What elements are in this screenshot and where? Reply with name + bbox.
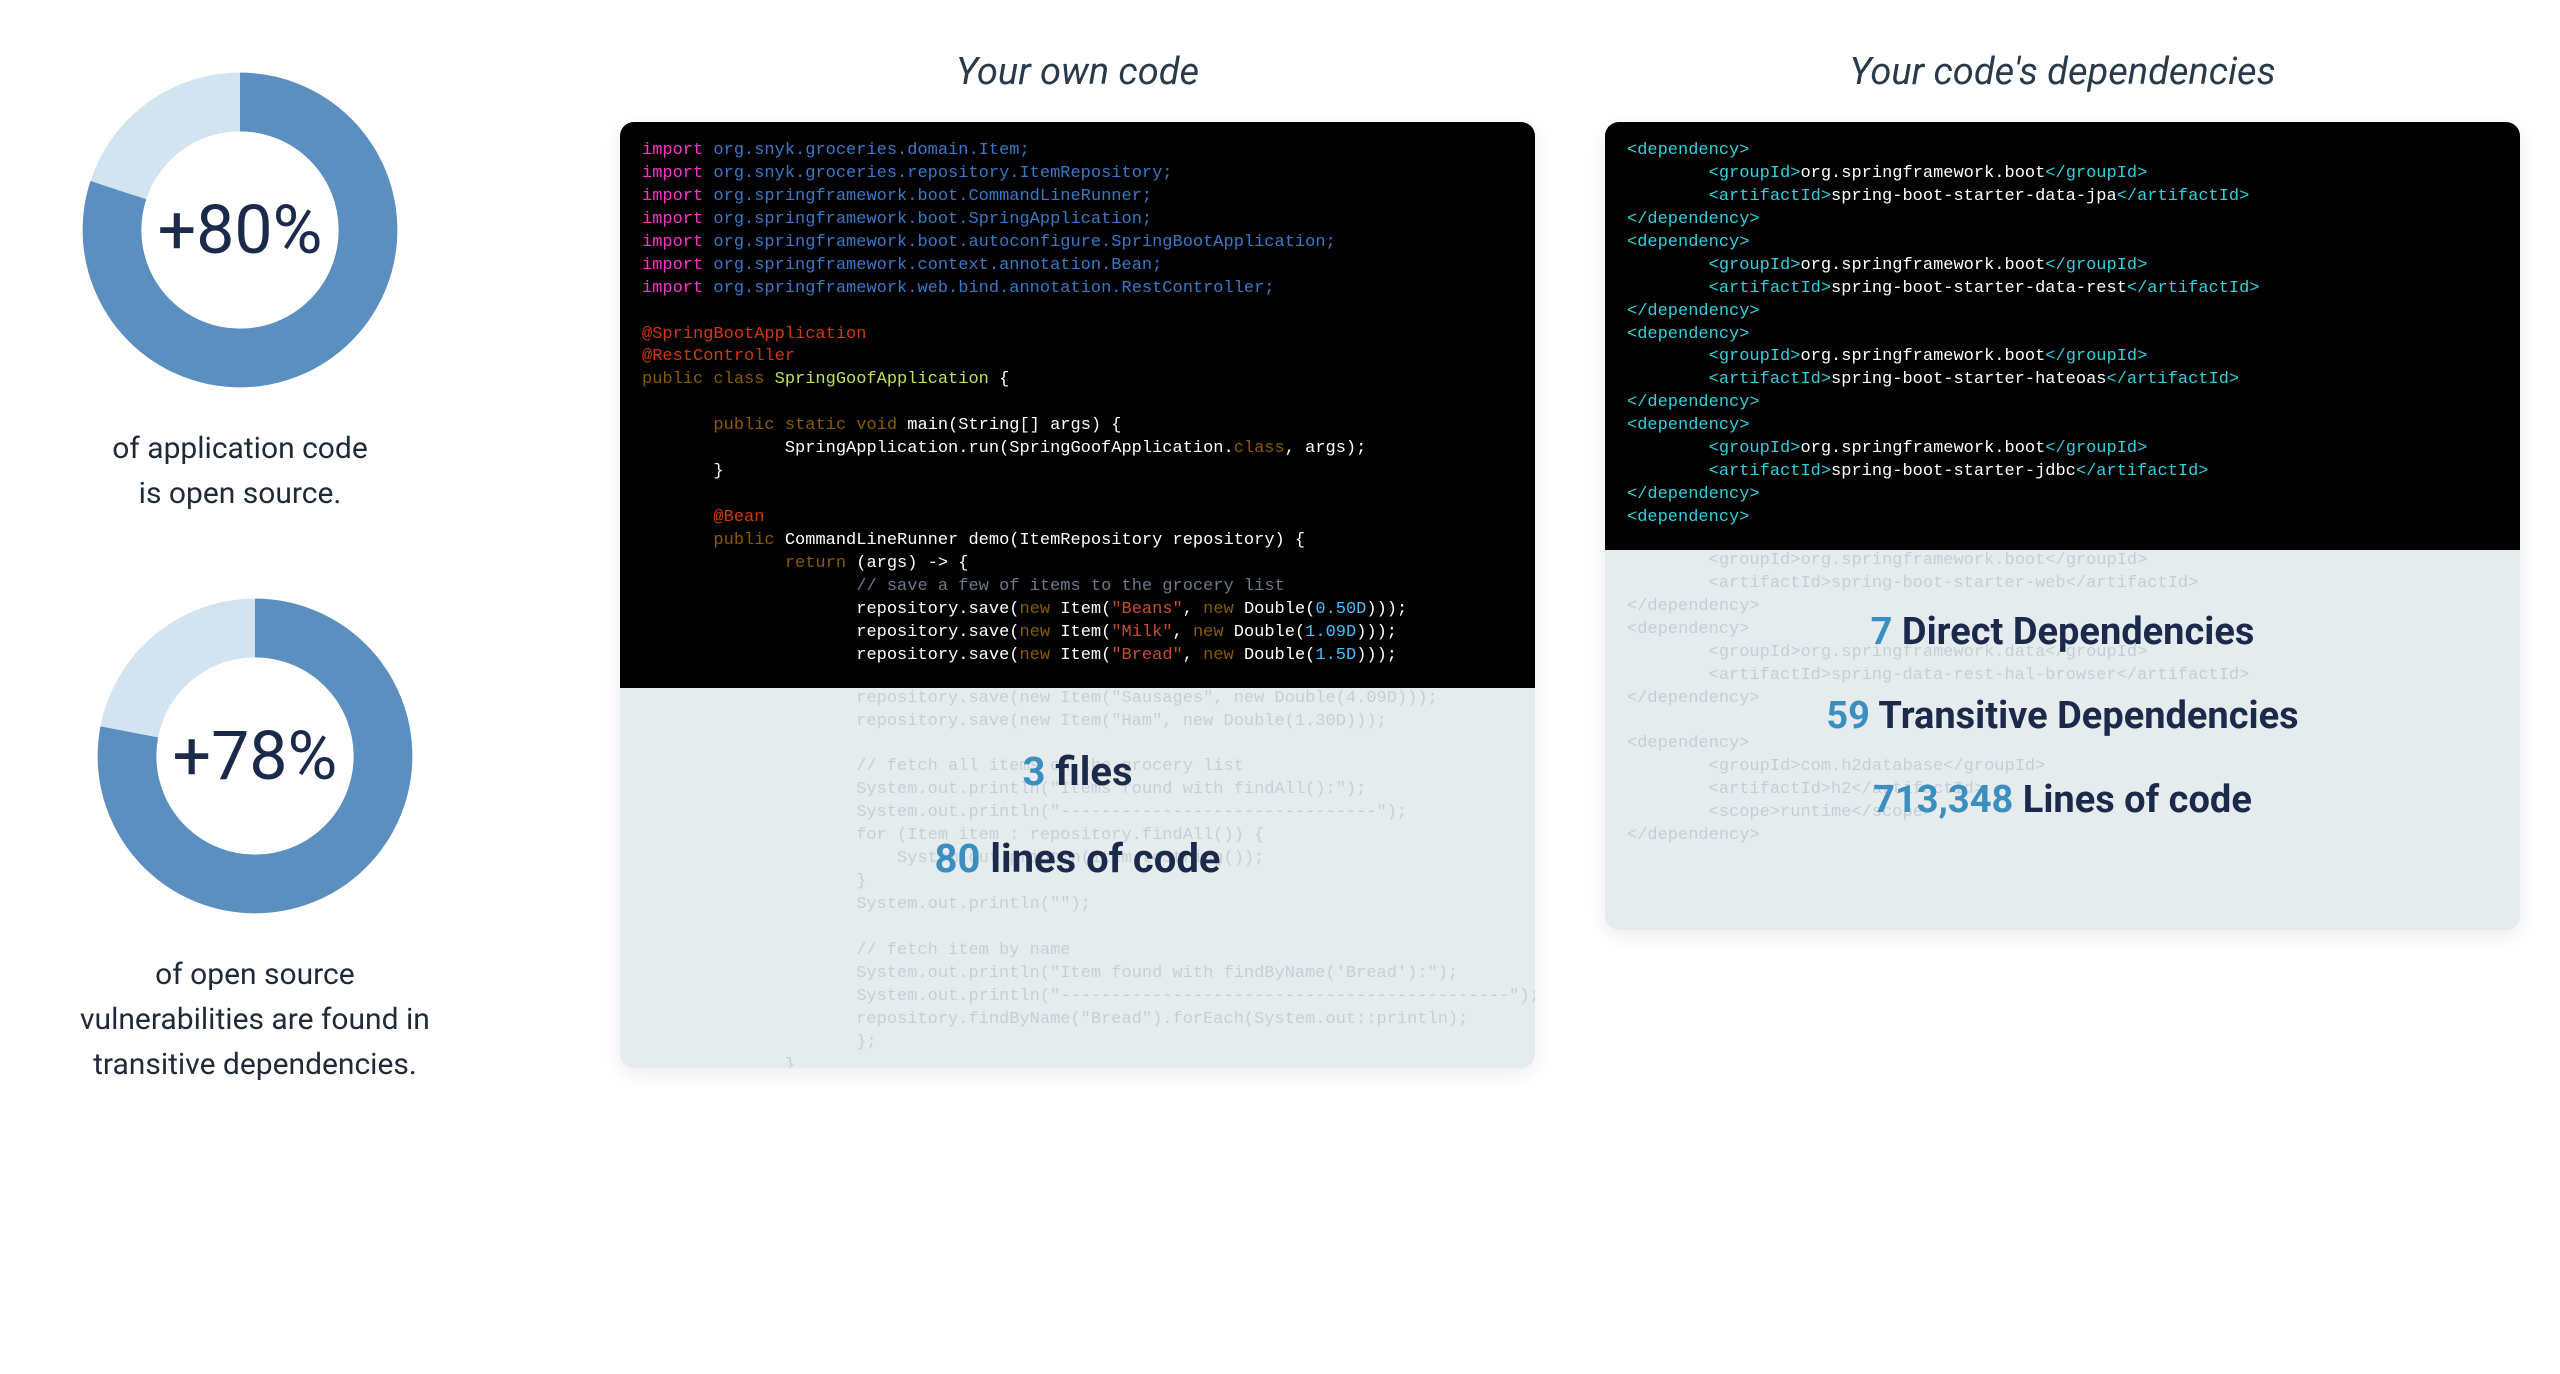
summary: 3 files 80 lines of code (660, 748, 1495, 882)
donut-chart-80: +80% (80, 70, 400, 390)
code-snippet-xml: <dependency> <groupId>org.springframewor… (1605, 122, 2520, 550)
summary-label: Lines of code (2023, 778, 2252, 822)
summary-transitive-deps: 59 Transitive Dependencies (1826, 694, 2298, 738)
panel-title: Your own code (620, 50, 1535, 94)
summary-label: Direct Dependencies (1902, 610, 2254, 654)
donut-label: +80% (80, 70, 400, 390)
summary-number: 59 (1826, 694, 1870, 738)
stat-transitive-vulns: +78% of open sourcevulnerabilities are f… (80, 596, 430, 1087)
summary-area: repository.save(new Item("Sausages", new… (620, 688, 1535, 1068)
summary-loc: 713,348 Lines of code (1873, 778, 2252, 822)
summary-number: 80 (935, 835, 981, 882)
summary-direct-deps: 7 Direct Dependencies (1871, 610, 2255, 654)
stat-caption: of open sourcevulnerabilities are found … (80, 952, 430, 1087)
code-card: <dependency> <groupId>org.springframewor… (1605, 122, 2520, 930)
summary-files: 3 files (1022, 748, 1132, 795)
summary-number: 7 (1871, 610, 1893, 654)
summary-label: lines of code (990, 835, 1220, 882)
donut-chart-78: +78% (95, 596, 415, 916)
code-snippet-java: import org.snyk.groceries.domain.Item; i… (620, 122, 1535, 688)
summary-label: files (1055, 748, 1132, 795)
summary-loc: 80 lines of code (935, 835, 1221, 882)
panels-row: Your own code import org.snyk.groceries.… (580, 50, 2520, 1068)
summary-number: 713,348 (1873, 778, 2013, 822)
summary-label: Transitive Dependencies (1878, 694, 2298, 738)
panel-dependencies: Your code's dependencies <dependency> <g… (1605, 50, 2520, 1068)
code-card: import org.snyk.groceries.domain.Item; i… (620, 122, 1535, 1068)
panel-title: Your code's dependencies (1605, 50, 2520, 94)
summary: 7 Direct Dependencies 59 Transitive Depe… (1645, 610, 2480, 822)
summary-number: 3 (1022, 748, 1045, 795)
donut-label: +78% (95, 596, 415, 916)
diagram-root: +80% of application codeis open source. … (40, 50, 2520, 1167)
stat-caption: of application codeis open source. (112, 426, 367, 516)
stats-column: +80% of application codeis open source. … (40, 50, 580, 1167)
stat-app-code-open-source: +80% of application codeis open source. (80, 70, 400, 516)
panel-own-code: Your own code import org.snyk.groceries.… (620, 50, 1535, 1068)
summary-area: <groupId>org.springframework.boot</group… (1605, 550, 2520, 930)
